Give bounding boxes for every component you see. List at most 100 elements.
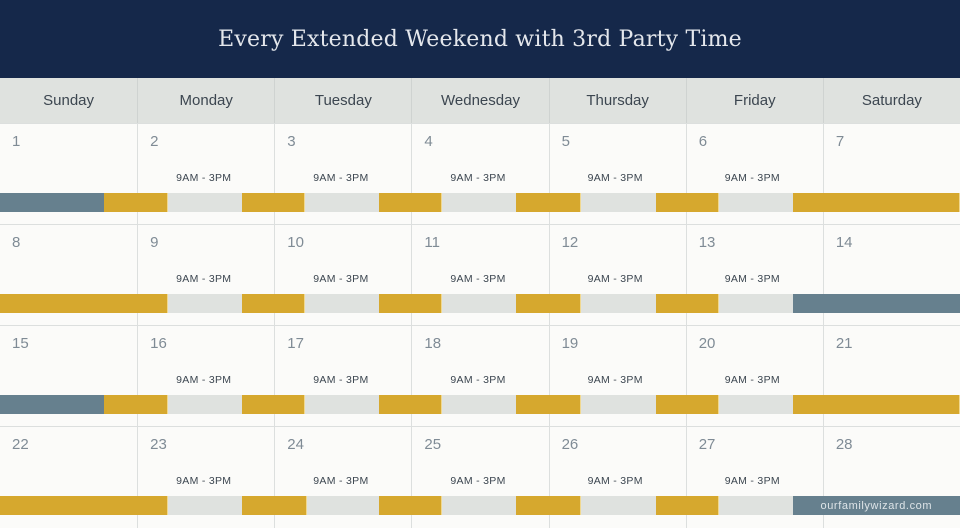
third-party-time-label: 9AM - 3PM xyxy=(724,273,780,285)
third-party-time-label: 9AM - 3PM xyxy=(313,273,369,285)
custody-segment-slate xyxy=(0,395,105,414)
day-number: 23 xyxy=(150,436,167,453)
third-party-time-label: 9AM - 3PM xyxy=(587,273,643,285)
day-number: 14 xyxy=(835,234,853,251)
third-party-time-label: 9AM - 3PM xyxy=(450,374,506,386)
third-party-time-label: 9AM - 3PM xyxy=(450,475,506,487)
custody-segment-yellow xyxy=(516,496,581,515)
custody-segment-yellow xyxy=(379,294,443,313)
week-row: 22 23 9AM - 3PM 24 9AM - 3PM 25 9AM - 3PM 26 9AM… xyxy=(0,426,960,528)
custody-segment-yellow xyxy=(242,395,306,414)
third-party-time-label: 9AM - 3PM xyxy=(313,172,369,184)
custody-segment-slate xyxy=(792,294,960,313)
custody-segment-yellow xyxy=(0,294,168,313)
custody-segment-light xyxy=(718,395,793,414)
calendar-grid: 1 2 9AM - 3PM 3 9AM - 3PM 4 9AM - 3PM 5 9AM - 3P… xyxy=(0,123,960,528)
custody-segment-light xyxy=(305,193,380,212)
third-party-time-label: 9AM - 3PM xyxy=(724,172,780,184)
day-number: 21 xyxy=(835,335,853,352)
third-party-time-label: 9AM - 3PM xyxy=(450,172,506,184)
custody-segment-light xyxy=(442,193,517,212)
day-number: 6 xyxy=(698,133,708,150)
day-number: 11 xyxy=(424,234,440,251)
day-header-thursday: Thursday xyxy=(548,78,686,123)
third-party-time-label: 9AM - 3PM xyxy=(587,475,643,487)
day-header-sunday: Sunday xyxy=(43,92,94,109)
day-number: 1 xyxy=(12,133,21,150)
day-number: 28 xyxy=(835,436,853,453)
custody-segment-yellow xyxy=(792,193,960,212)
third-party-time-label: 9AM - 3PM xyxy=(313,374,369,386)
custody-segment-yellow xyxy=(242,294,306,313)
day-number: 19 xyxy=(561,335,579,352)
day-number: 13 xyxy=(698,234,716,251)
day-number: 17 xyxy=(287,335,304,352)
custody-segment-yellow xyxy=(655,395,719,414)
third-party-time-label: 9AM - 3PM xyxy=(587,374,643,386)
day-number: 22 xyxy=(12,436,29,453)
day-number: 7 xyxy=(835,133,845,150)
custody-segment-light xyxy=(442,496,517,515)
custody-segment-yellow xyxy=(104,193,168,212)
day-number: 20 xyxy=(698,335,716,352)
custody-segment-light xyxy=(580,496,656,515)
third-party-time-label: 9AM - 3PM xyxy=(313,475,369,487)
custody-segment-light xyxy=(306,496,380,515)
custody-segment-yellow xyxy=(0,496,168,515)
custody-segment-light xyxy=(168,294,243,313)
day-number: 2 xyxy=(150,133,159,150)
custody-segment-yellow xyxy=(655,193,719,212)
custody-timeline: ourfamilywizard.com xyxy=(0,496,960,515)
day-number: 8 xyxy=(12,234,21,251)
day-number: 15 xyxy=(12,335,29,352)
third-party-time-label: 9AM - 3PM xyxy=(724,374,780,386)
custody-segment-yellow xyxy=(379,496,443,515)
title-banner: Every Extended Weekend with 3rd Party Ti… xyxy=(0,0,960,78)
custody-segment-yellow xyxy=(104,395,168,414)
day-of-week-header: Sunday Monday Tuesday Wednesday Thursday Frid… xyxy=(0,78,960,123)
custody-segment-light xyxy=(718,496,793,515)
third-party-time-label: 9AM - 3PM xyxy=(724,475,780,487)
day-number: 5 xyxy=(561,133,570,150)
custody-segment-yellow xyxy=(242,496,307,515)
custody-segment-light xyxy=(718,294,793,313)
custody-segment-yellow xyxy=(792,395,960,414)
custody-segment-light xyxy=(442,294,517,313)
custody-segment-yellow xyxy=(516,294,581,313)
custody-segment-yellow xyxy=(379,395,443,414)
third-party-time-label: 9AM - 3PM xyxy=(587,172,643,184)
week-row: 1 2 9AM - 3PM 3 9AM - 3PM 4 9AM - 3PM 5 9AM - 3P… xyxy=(0,123,960,225)
custody-timeline xyxy=(0,294,960,313)
day-header-tuesday: Tuesday xyxy=(274,78,411,123)
day-header-wednesday: Wednesday xyxy=(411,78,548,123)
day-number: 4 xyxy=(424,133,433,150)
custody-segment-light xyxy=(168,193,243,212)
third-party-time-label: 9AM - 3PM xyxy=(176,374,232,386)
day-header-friday: Friday xyxy=(685,78,823,123)
day-number: 12 xyxy=(561,234,579,251)
custody-segment-light xyxy=(580,395,656,414)
day-number: 10 xyxy=(287,234,304,251)
custody-segment-light xyxy=(580,294,656,313)
third-party-time-label: 9AM - 3PM xyxy=(176,172,232,184)
day-header-monday: Monday xyxy=(137,78,274,123)
brand-watermark: ourfamilywizard.com xyxy=(820,499,933,512)
custody-segment-yellow xyxy=(655,294,719,313)
custody-segment-light xyxy=(168,395,243,414)
custody-timeline xyxy=(0,193,960,212)
day-number: 16 xyxy=(150,335,167,352)
custody-segment-slate xyxy=(0,193,105,212)
third-party-time-label: 9AM - 3PM xyxy=(176,273,232,285)
day-number: 27 xyxy=(698,436,716,453)
week-row: 8 9 9AM - 3PM 10 9AM - 3PM 11 9AM - 3PM 12 9AM -… xyxy=(0,224,960,326)
custody-segment-yellow xyxy=(516,193,581,212)
calendar-title: Every Extended Weekend with 3rd Party Ti… xyxy=(218,26,742,52)
day-header-saturday: Saturday xyxy=(822,78,960,123)
custody-segment-light xyxy=(580,193,656,212)
custody-segment-yellow xyxy=(242,193,306,212)
day-number: 25 xyxy=(424,436,442,453)
custody-segment-yellow xyxy=(655,496,719,515)
custody-segment-yellow xyxy=(516,395,581,414)
third-party-time-label: 9AM - 3PM xyxy=(450,273,506,285)
day-number: 18 xyxy=(424,335,442,352)
